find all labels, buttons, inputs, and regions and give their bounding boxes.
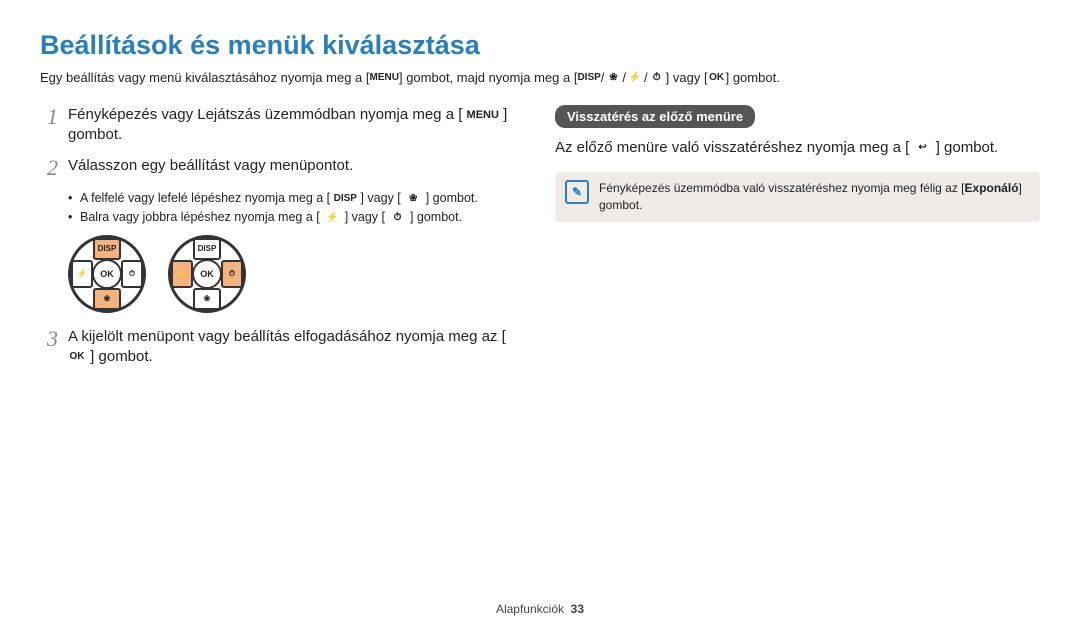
dpad-down-icon: ❀ xyxy=(193,288,221,310)
menu-icon: MENU xyxy=(467,108,499,123)
bullet1-a: A felfelé vagy lefelé lépéshez nyomja me… xyxy=(80,191,330,205)
back-text-b: ] gombot. xyxy=(936,139,999,156)
ok-icon: OK xyxy=(708,71,726,86)
note-text: Fényképezés üzemmódba való visszatéréshe… xyxy=(599,180,1030,214)
dpad-up-icon: DISP xyxy=(93,238,121,260)
flower-icon: ❀ xyxy=(604,71,622,86)
step3-text-a: A kijelölt menüpont vagy beállítás elfog… xyxy=(68,328,506,345)
intro-text-1: Egy beállítás vagy menü kiválasztásához … xyxy=(40,69,370,87)
dpad-center-icon: OK xyxy=(192,259,222,289)
page-footer: Alapfunkciók 33 xyxy=(0,602,1080,616)
note-icon: ✎ xyxy=(565,180,589,204)
dpad-up-icon: DISP xyxy=(193,238,221,260)
dpad-left-icon: ⚡ xyxy=(171,260,193,288)
dpad-down-icon: ❀ xyxy=(93,288,121,310)
ok-icon: OK xyxy=(68,350,86,365)
dpad-left-icon: ⚡ xyxy=(71,260,93,288)
footer-section: Alapfunkciók xyxy=(496,602,564,616)
dpad-right-icon: ⏱ xyxy=(221,260,243,288)
intro-text-3: ] vagy [ xyxy=(666,69,708,87)
note-a: Fényképezés üzemmódba való visszatéréshe… xyxy=(599,181,965,195)
step-number: 1 xyxy=(40,105,58,129)
disp-icon: DISP xyxy=(577,71,600,86)
flower-icon: ❀ xyxy=(404,191,422,206)
dpad-vertical: DISP ❀ ⚡ ⏱ OK xyxy=(68,235,146,313)
intro-text-2: ] gombot, majd nyomja meg a [ xyxy=(399,69,577,87)
step2-bullets: A felfelé vagy lefelé lépéshez nyomja me… xyxy=(68,190,525,227)
back-text-a: Az előző menüre való visszatéréshez nyom… xyxy=(555,139,909,156)
section-badge: Visszatérés az előző menüre xyxy=(555,105,755,128)
page-title: Beállítások és menük kiválasztása xyxy=(40,30,1040,61)
dpad-horizontal: DISP ❀ ⚡ ⏱ OK xyxy=(168,235,246,313)
flash-icon: ⚡ xyxy=(626,71,644,86)
intro-paragraph: Egy beállítás vagy menü kiválasztásához … xyxy=(40,69,1040,87)
footer-page: 33 xyxy=(571,602,584,616)
step-number: 3 xyxy=(40,327,58,351)
right-column: Visszatérés az előző menüre Az előző men… xyxy=(555,105,1040,377)
step-2: 2 Válasszon egy beállítást vagy menüpont… xyxy=(40,156,525,180)
bullet2-b: ] vagy [ xyxy=(345,210,385,224)
intro-text-4: ] gombot. xyxy=(726,69,780,87)
back-icon: ↩ xyxy=(914,141,932,156)
dpad-right-icon: ⏱ xyxy=(121,260,143,288)
step2-text: Válasszon egy beállítást vagy menüpontot… xyxy=(68,156,525,176)
step-1: 1 Fényképezés vagy Lejátszás üzemmódban … xyxy=(40,105,525,146)
step1-text-a: Fényképezés vagy Lejátszás üzemmódban ny… xyxy=(68,106,462,123)
dpad-center-icon: OK xyxy=(92,259,122,289)
step-3: 3 A kijelölt menüpont vagy beállítás elf… xyxy=(40,327,525,368)
content-columns: 1 Fényképezés vagy Lejátszás üzemmódban … xyxy=(40,105,1040,377)
dpad-illustrations: DISP ❀ ⚡ ⏱ OK DISP ❀ ⚡ ⏱ OK xyxy=(68,235,525,313)
disp-icon: DISP xyxy=(334,191,357,206)
note-box: ✎ Fényképezés üzemmódba való visszatérés… xyxy=(555,172,1040,222)
bullet1-b: ] vagy [ xyxy=(360,191,400,205)
bullet2-c: ] gombot. xyxy=(410,210,462,224)
menu-icon: MENU xyxy=(370,71,399,86)
note-bold: Exponáló xyxy=(965,181,1019,195)
flash-icon: ⚡ xyxy=(323,211,341,226)
step-number: 2 xyxy=(40,156,58,180)
left-column: 1 Fényképezés vagy Lejátszás üzemmódban … xyxy=(40,105,525,377)
step3-text-b: ] gombot. xyxy=(90,348,153,365)
bullet-2: Balra vagy jobbra lépéshez nyomja meg a … xyxy=(68,209,525,227)
timer-icon: ⏱ xyxy=(388,211,406,226)
timer-icon: ⏱ xyxy=(648,71,666,86)
bullet2-a: Balra vagy jobbra lépéshez nyomja meg a … xyxy=(80,210,320,224)
bullet1-c: ] gombot. xyxy=(426,191,478,205)
bullet-1: A felfelé vagy lefelé lépéshez nyomja me… xyxy=(68,190,525,208)
back-paragraph: Az előző menüre való visszatéréshez nyom… xyxy=(555,138,1040,158)
